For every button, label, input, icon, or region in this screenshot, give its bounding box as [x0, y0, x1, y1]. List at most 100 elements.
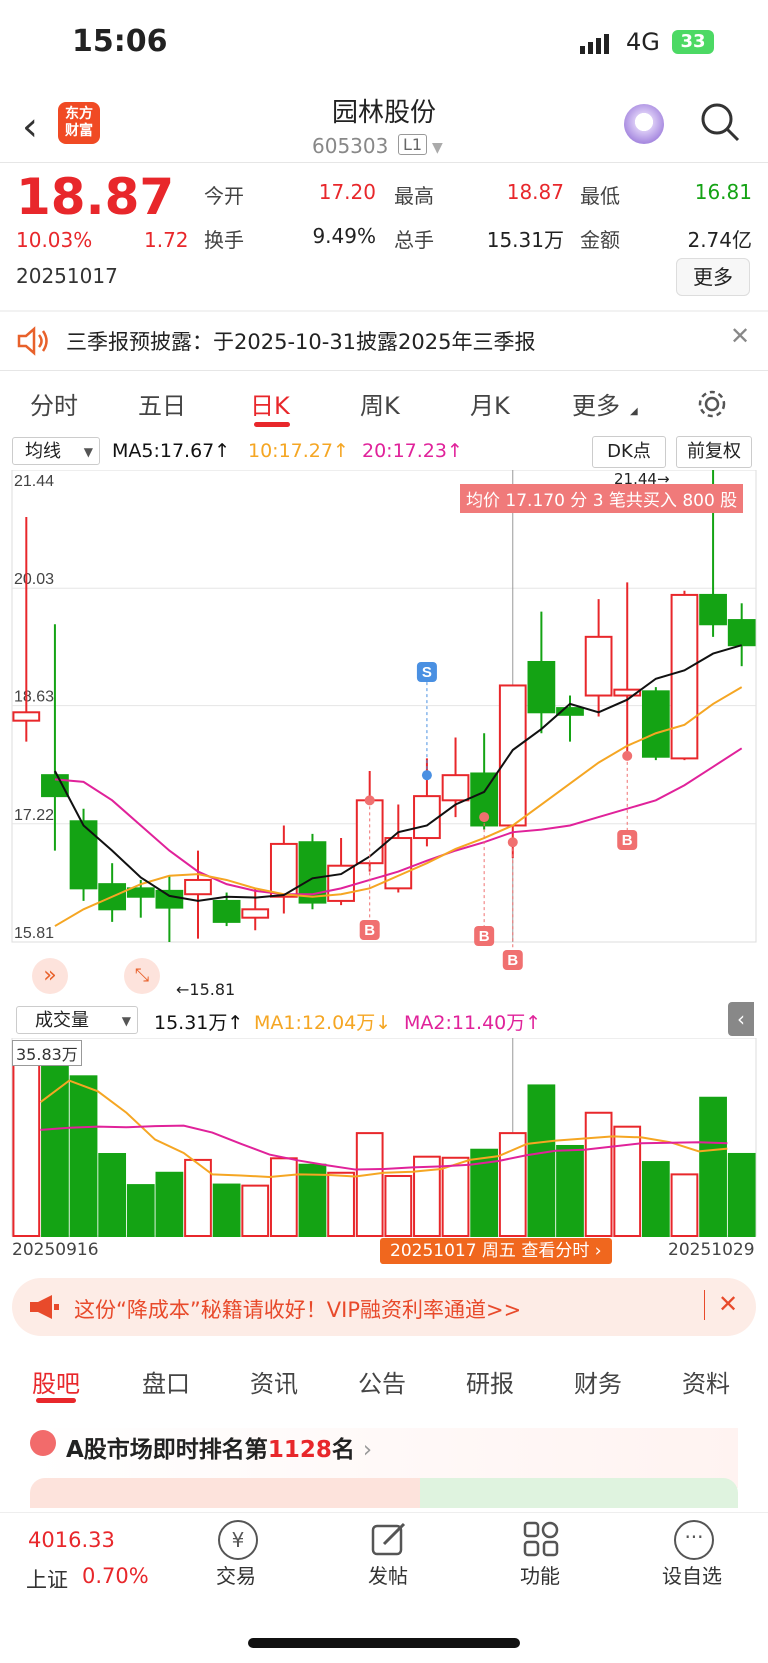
function-grid-icon[interactable]: [522, 1520, 560, 1558]
notice-text[interactable]: 三季报预披露：于2025-10-31披露2025年三季报: [66, 326, 535, 356]
search-icon[interactable]: [700, 102, 740, 142]
volume-bar: [699, 1096, 727, 1237]
index-change[interactable]: 0.70%: [82, 1564, 149, 1588]
open-label: 今开: [204, 184, 244, 208]
bull-bear-bar[interactable]: [30, 1478, 430, 1508]
index-value[interactable]: 4016.33: [28, 1528, 115, 1552]
more-dots-icon[interactable]: ···: [674, 1520, 714, 1560]
trade-tooltip: 均价 17.170 分 3 笔共买入 800 股: [460, 484, 744, 513]
volume-bar: [155, 1171, 184, 1237]
candle-body: [527, 660, 556, 714]
high-value: 18.87: [506, 180, 564, 204]
candle-body: [413, 795, 441, 840]
tab-finance[interactable]: 财务: [574, 1364, 622, 1399]
battery-icon: 33: [672, 30, 714, 54]
assistant-robot-icon[interactable]: [624, 104, 664, 144]
close-icon[interactable]: ✕: [730, 322, 750, 350]
candlestick-chart[interactable]: 21.4420.0318.6317.2215.81 B BBBS: [0, 470, 768, 1002]
more-button[interactable]: 更多: [676, 258, 750, 296]
tab-pankou[interactable]: 盘口: [142, 1364, 190, 1399]
tab-intraday[interactable]: 分时: [30, 386, 78, 421]
bull-bear-bar-right[interactable]: [420, 1478, 738, 1508]
expand-arrows-icon[interactable]: »: [32, 958, 68, 994]
low-value: 16.81: [694, 180, 752, 204]
chevron-down-icon[interactable]: ▼: [432, 140, 443, 156]
y-tick-label: 20.03: [14, 571, 54, 588]
volume-label: 总手: [394, 228, 434, 252]
tab-guba[interactable]: 股吧: [32, 1364, 80, 1399]
volume-bar: [527, 1084, 556, 1237]
change-amount: 1.72: [144, 228, 189, 252]
candle-body: [727, 619, 756, 647]
volume-bar: [556, 1144, 584, 1237]
close-icon[interactable]: ✕: [718, 1290, 738, 1318]
nav-add-watchlist[interactable]: 设自选: [642, 1560, 742, 1589]
trade-icon[interactable]: ¥: [218, 1520, 258, 1560]
stock-code: 605303: [312, 134, 389, 158]
candle-body: [670, 593, 699, 760]
candle-body: [241, 908, 270, 919]
tab-five-day[interactable]: 五日: [138, 386, 186, 421]
volume-bar: [384, 1174, 413, 1238]
tab-monthly-k[interactable]: 月K: [470, 386, 510, 421]
high-label: 最高: [394, 184, 434, 208]
ma-indicator-select[interactable]: 均线 ▼: [12, 437, 100, 465]
volume-bar: [584, 1111, 613, 1237]
ad-divider: [704, 1290, 705, 1320]
volume-bar: [241, 1184, 270, 1237]
volume-bar: [12, 1043, 41, 1237]
dk-point-button[interactable]: DK点: [592, 436, 666, 468]
volume-chart: [11, 1038, 757, 1238]
candle-body: [155, 889, 184, 909]
index-name[interactable]: 上证: [26, 1564, 68, 1594]
ad-text[interactable]: 这份“降成本”秘籍请收好！VIP融资利率通道>>: [74, 1294, 521, 1324]
candle-body: [584, 635, 613, 697]
candle-body: [12, 711, 41, 722]
signal-icon: [580, 34, 609, 54]
volume-current: 15.31万↑: [154, 1012, 244, 1034]
chevron-down-icon: ◢: [630, 406, 638, 417]
divider: [0, 162, 768, 163]
candle-body: [498, 684, 527, 827]
candle-body: [212, 899, 241, 923]
quote-date: 20251017: [16, 264, 118, 288]
adjust-mode-button[interactable]: 前复权: [676, 436, 752, 468]
rank-chart-icon: [30, 1430, 56, 1456]
volume-bar: [327, 1171, 355, 1237]
nav-trade[interactable]: 交易: [186, 1560, 286, 1589]
collapse-panel-button[interactable]: ‹: [728, 1002, 754, 1036]
trade-badge-label: B: [479, 928, 490, 945]
volume-bar: [641, 1161, 670, 1237]
level-badge[interactable]: L1: [398, 134, 428, 155]
change-percent: 10.03%: [16, 228, 93, 252]
open-value: 17.20: [318, 180, 376, 204]
turnover-label: 换手: [204, 228, 244, 252]
ma5-label: MA5:17.67↑: [112, 440, 231, 462]
ma20-label: 20:17.23↑: [362, 440, 463, 462]
nav-functions[interactable]: 功能: [490, 1560, 590, 1589]
candle-body: [41, 774, 69, 798]
tab-daily-k[interactable]: 日K: [250, 386, 290, 421]
settings-gear-icon[interactable]: [696, 388, 728, 420]
view-intraday-button[interactable]: 20251017 周五 查看分时 ›: [380, 1238, 612, 1264]
volume-value: 15.31万: [486, 228, 564, 252]
tab-research[interactable]: 研报: [466, 1364, 514, 1399]
tab-news[interactable]: 资讯: [250, 1364, 298, 1399]
post-edit-icon[interactable]: [370, 1520, 408, 1558]
fullscreen-icon[interactable]: ⤡: [124, 958, 160, 994]
tab-more[interactable]: 更多: [572, 386, 620, 421]
megaphone-icon: [30, 1295, 59, 1319]
tab-weekly-k[interactable]: 周K: [360, 386, 400, 421]
tab-active-indicator: [36, 1398, 76, 1403]
rank-text[interactable]: A股市场即时排名第1128名 ›: [66, 1430, 372, 1464]
volume-bar: [355, 1132, 384, 1237]
home-indicator: [248, 1638, 520, 1648]
volume-bar: [727, 1152, 756, 1237]
tab-announcements[interactable]: 公告: [358, 1364, 406, 1399]
nav-post[interactable]: 发帖: [338, 1560, 438, 1589]
divider: [0, 370, 768, 371]
start-date-label: 20250916: [12, 1240, 99, 1260]
volume-indicator-select[interactable]: 成交量 ▼: [16, 1006, 138, 1034]
tab-profile[interactable]: 资料: [682, 1364, 730, 1399]
volume-bar: [670, 1173, 699, 1237]
